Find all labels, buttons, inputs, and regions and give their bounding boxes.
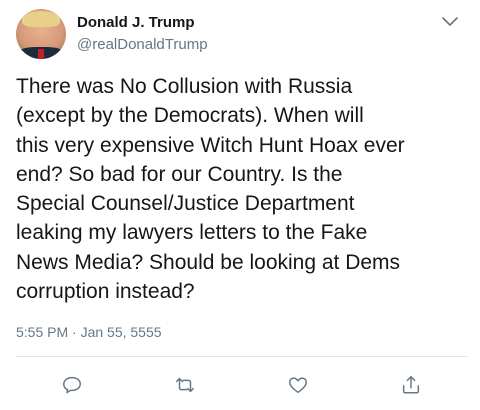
share-icon[interactable] [398, 372, 424, 398]
avatar-hair [22, 11, 60, 27]
like-icon[interactable] [285, 372, 311, 398]
display-name[interactable]: Donald J. Trump [77, 14, 195, 31]
tweet-timestamp[interactable]: 5:55 PM · Jan 55, 5555 [16, 324, 162, 340]
reply-icon[interactable] [59, 372, 85, 398]
retweet-icon[interactable] [172, 372, 198, 398]
user-handle[interactable]: @realDonaldTrump [77, 36, 208, 53]
divider [16, 356, 468, 357]
avatar-tie [38, 49, 44, 59]
action-bar [0, 368, 480, 398]
chevron-down-icon[interactable] [440, 14, 460, 30]
avatar[interactable] [16, 9, 66, 59]
tweet-text: There was No Collusion with Russia (exce… [16, 75, 405, 304]
